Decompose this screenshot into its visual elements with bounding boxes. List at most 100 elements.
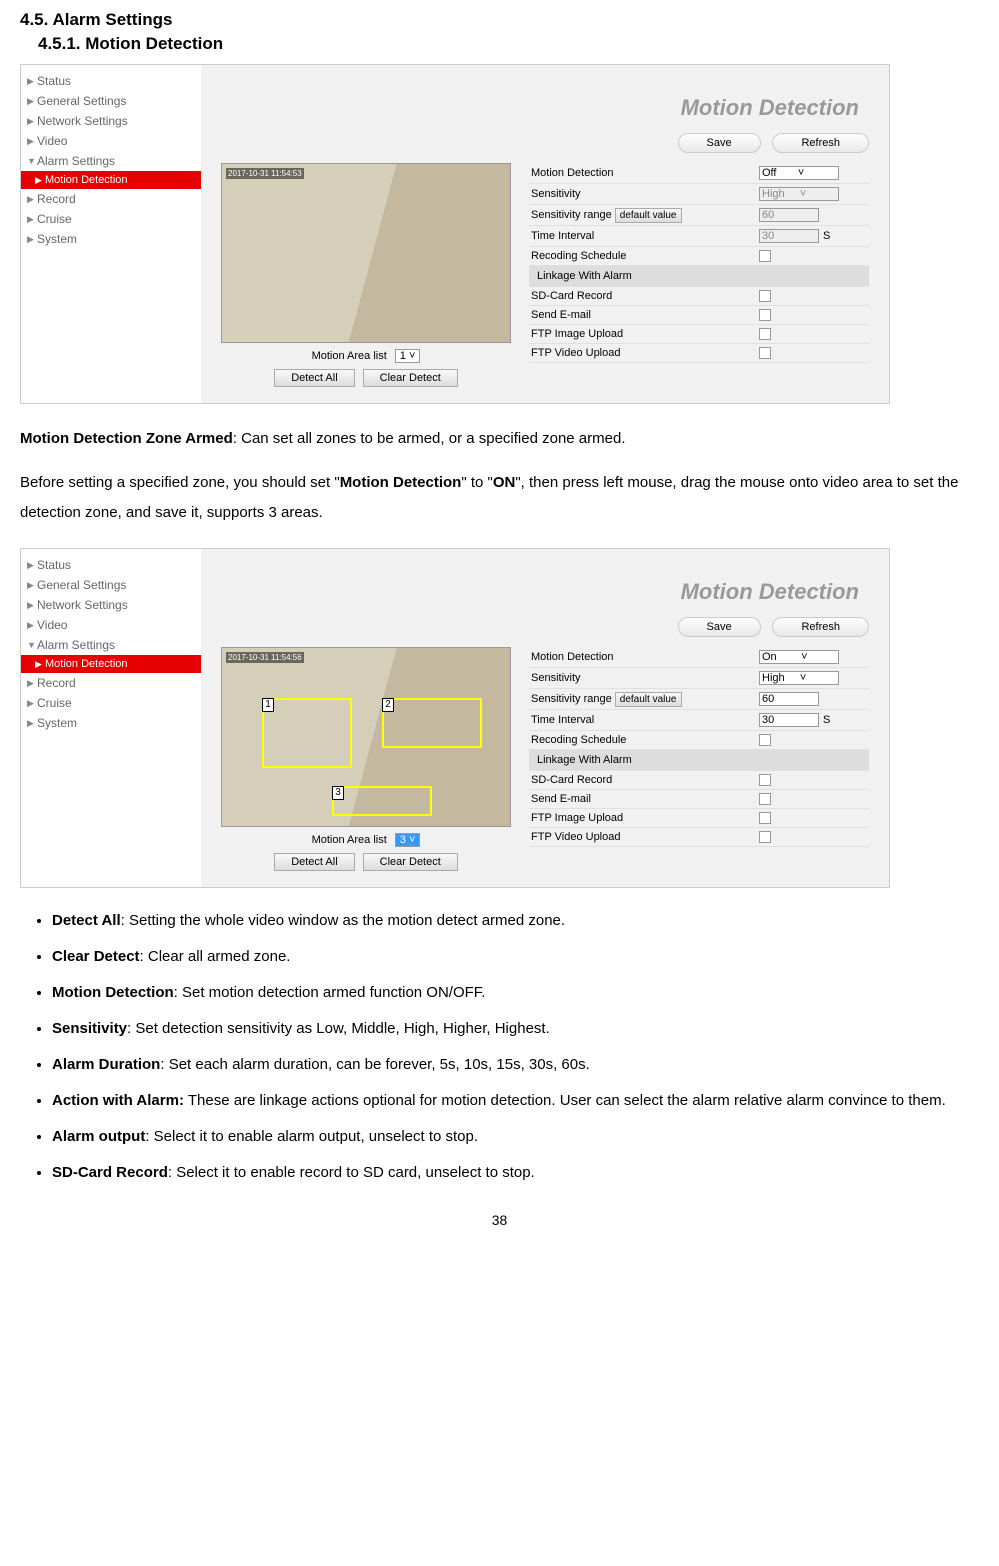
- video-frame[interactable]: 2017-10-31 11:54:53: [221, 163, 511, 343]
- time-interval-unit: S: [823, 230, 830, 242]
- sidebar-item-network[interactable]: ▶Network Settings: [21, 595, 201, 615]
- page-title: Motion Detection: [201, 549, 889, 613]
- video-timestamp: 2017-10-31 11:54:56: [226, 652, 304, 663]
- main-panel: Motion Detection Save Refresh 2017-10-31…: [201, 549, 889, 887]
- list-item: Clear Detect: Clear all armed zone.: [52, 942, 979, 972]
- time-interval-input[interactable]: 30: [759, 229, 819, 243]
- save-button[interactable]: Save: [678, 133, 761, 153]
- action-bar: Save Refresh: [201, 613, 889, 647]
- motion-area-list-select[interactable]: 3 ˅: [395, 833, 421, 847]
- send-email-checkbox[interactable]: [759, 309, 771, 321]
- motion-area-list-select[interactable]: 1 ˅: [395, 349, 421, 363]
- sidebar-item-motion-detection[interactable]: ▶Motion Detection: [21, 171, 201, 189]
- motion-detection-label: Motion Detection: [529, 651, 759, 663]
- sidebar-item-cruise[interactable]: ▶Cruise: [21, 209, 201, 229]
- sidebar-item-record[interactable]: ▶Record: [21, 189, 201, 209]
- sidebar-item-general[interactable]: ▶General Settings: [21, 91, 201, 111]
- video-frame[interactable]: 2017-10-31 11:54:56 1 2 3: [221, 647, 511, 827]
- chevron-right-icon: ▶: [27, 580, 37, 591]
- time-interval-unit: S: [823, 714, 830, 726]
- chevron-right-icon: ▶: [27, 234, 37, 245]
- chevron-right-icon: ▶: [27, 214, 37, 225]
- sd-card-label: SD-Card Record: [529, 774, 759, 786]
- chevron-right-icon: ▶: [35, 659, 45, 670]
- zone-box-1[interactable]: 1: [262, 698, 352, 768]
- time-interval-input[interactable]: 30: [759, 713, 819, 727]
- chevron-right-icon: ▶: [27, 194, 37, 205]
- sidebar-item-record[interactable]: ▶Record: [21, 673, 201, 693]
- time-interval-label: Time Interval: [529, 714, 759, 726]
- list-item: Action with Alarm: These are linkage act…: [52, 1086, 979, 1116]
- action-bar: Save Refresh: [201, 129, 889, 163]
- sensitivity-range-input[interactable]: 60: [759, 692, 819, 706]
- chevron-right-icon: ▶: [27, 560, 37, 571]
- sd-card-checkbox[interactable]: [759, 774, 771, 786]
- sensitivity-label: Sensitivity: [529, 672, 759, 684]
- sidebar: ▶Status ▶General Settings ▶Network Setti…: [21, 65, 201, 403]
- sensitivity-select[interactable]: High ˅: [759, 671, 839, 685]
- save-button[interactable]: Save: [678, 617, 761, 637]
- zone-label-2: 2: [382, 698, 394, 712]
- ftp-image-checkbox[interactable]: [759, 328, 771, 340]
- sensitivity-range-label: Sensitivity range default value: [529, 693, 759, 705]
- chevron-right-icon: ▶: [27, 698, 37, 709]
- recoding-schedule-checkbox[interactable]: [759, 250, 771, 262]
- zone-box-3[interactable]: 3: [332, 786, 432, 816]
- send-email-label: Send E-mail: [529, 793, 759, 805]
- zone-label-1: 1: [262, 698, 274, 712]
- ftp-image-label: FTP Image Upload: [529, 812, 759, 824]
- recoding-schedule-label: Recoding Schedule: [529, 734, 759, 746]
- sidebar-item-cruise[interactable]: ▶Cruise: [21, 693, 201, 713]
- sidebar-item-alarm[interactable]: ▼Alarm Settings: [21, 151, 201, 171]
- list-item: Motion Detection: Set motion detection a…: [52, 978, 979, 1008]
- ftp-video-label: FTP Video Upload: [529, 347, 759, 359]
- chevron-right-icon: ▶: [27, 718, 37, 729]
- ftp-video-label: FTP Video Upload: [529, 831, 759, 843]
- sidebar-item-alarm[interactable]: ▼Alarm Settings: [21, 635, 201, 655]
- time-interval-label: Time Interval: [529, 230, 759, 242]
- list-item: SD-Card Record: Select it to enable reco…: [52, 1158, 979, 1188]
- motion-area-list-label: Motion Area list: [312, 834, 387, 846]
- sidebar-item-network[interactable]: ▶Network Settings: [21, 111, 201, 131]
- refresh-button[interactable]: Refresh: [772, 133, 869, 153]
- settings-panel: Motion DetectionOn ˅ SensitivityHigh ˅ S…: [529, 647, 869, 877]
- bullet-list: Detect All: Setting the whole video wind…: [52, 906, 979, 1188]
- chevron-right-icon: ▶: [27, 96, 37, 107]
- sidebar-item-general[interactable]: ▶General Settings: [21, 575, 201, 595]
- ftp-video-checkbox[interactable]: [759, 831, 771, 843]
- zone-box-2[interactable]: 2: [382, 698, 482, 748]
- clear-detect-button[interactable]: Clear Detect: [363, 853, 458, 871]
- chevron-down-icon: ▼: [27, 156, 37, 166]
- motion-detection-select[interactable]: On ˅: [759, 650, 839, 664]
- send-email-checkbox[interactable]: [759, 793, 771, 805]
- sidebar-item-video[interactable]: ▶Video: [21, 131, 201, 151]
- subsection-heading: 4.5.1. Motion Detection: [38, 34, 979, 54]
- motion-area-list-label: Motion Area list: [312, 350, 387, 362]
- detect-all-button[interactable]: Detect All: [274, 853, 354, 871]
- sensitivity-range-input[interactable]: 60: [759, 208, 819, 222]
- motion-detection-select[interactable]: Off ˅: [759, 166, 839, 180]
- send-email-label: Send E-mail: [529, 309, 759, 321]
- default-value-button[interactable]: default value: [615, 692, 682, 707]
- sd-card-checkbox[interactable]: [759, 290, 771, 302]
- chevron-right-icon: ▶: [27, 76, 37, 87]
- sidebar-item-motion-detection[interactable]: ▶Motion Detection: [21, 655, 201, 673]
- sidebar-item-system[interactable]: ▶System: [21, 229, 201, 249]
- page-title: Motion Detection: [201, 65, 889, 129]
- ftp-video-checkbox[interactable]: [759, 347, 771, 359]
- sidebar: ▶Status ▶General Settings ▶Network Setti…: [21, 549, 201, 887]
- sidebar-item-status[interactable]: ▶Status: [21, 555, 201, 575]
- clear-detect-button[interactable]: Clear Detect: [363, 369, 458, 387]
- default-value-button[interactable]: default value: [615, 208, 682, 223]
- sensitivity-select[interactable]: High ˅: [759, 187, 839, 201]
- detect-all-button[interactable]: Detect All: [274, 369, 354, 387]
- refresh-button[interactable]: Refresh: [772, 617, 869, 637]
- video-panel: 2017-10-31 11:54:56 1 2 3 Motion Area li…: [221, 647, 511, 877]
- ftp-image-checkbox[interactable]: [759, 812, 771, 824]
- recoding-schedule-checkbox[interactable]: [759, 734, 771, 746]
- settings-panel: Motion DetectionOff ˅ SensitivityHigh ˅ …: [529, 163, 869, 393]
- sidebar-item-video[interactable]: ▶Video: [21, 615, 201, 635]
- sidebar-item-system[interactable]: ▶System: [21, 713, 201, 733]
- sidebar-item-status[interactable]: ▶Status: [21, 71, 201, 91]
- linkage-header: Linkage With Alarm: [535, 270, 863, 282]
